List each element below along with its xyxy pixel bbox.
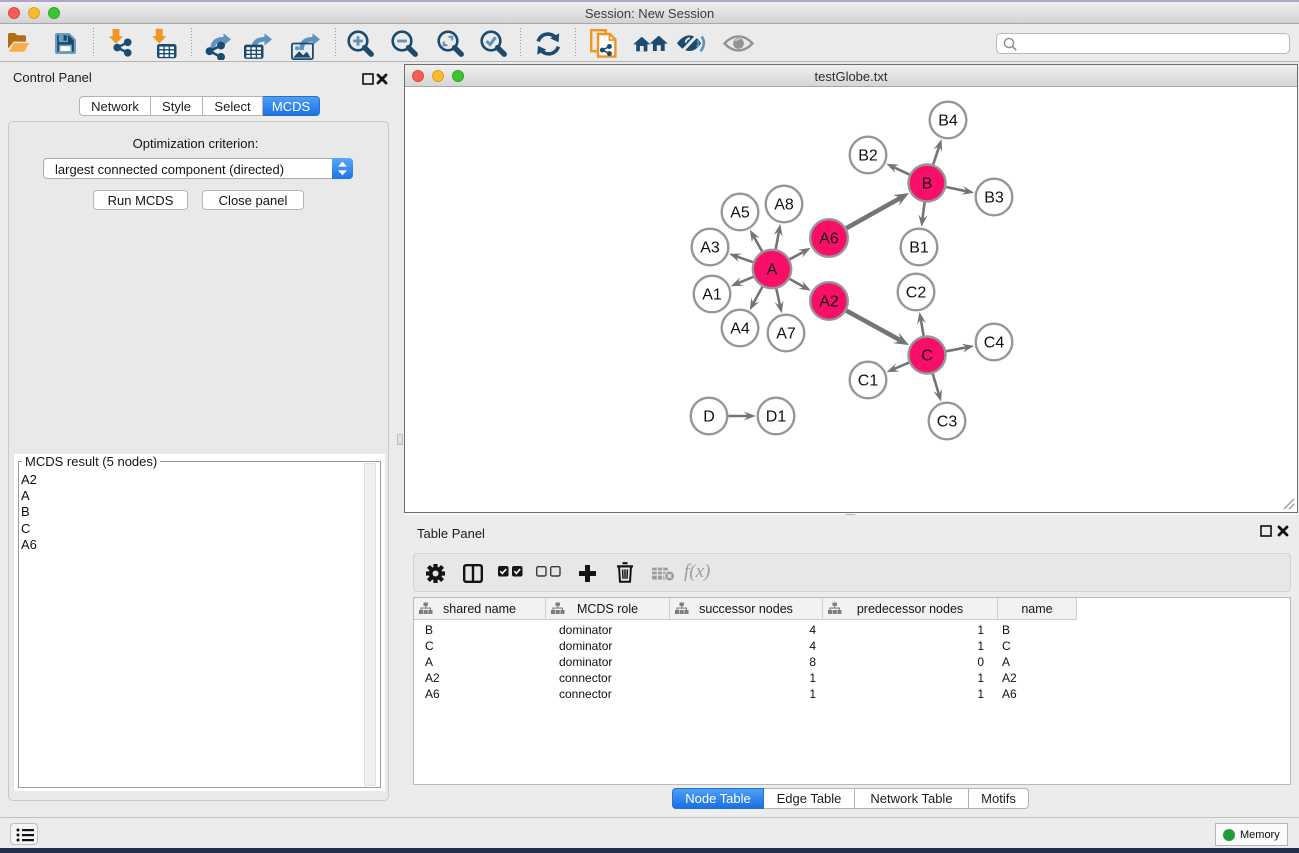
svg-text:D1: D1 bbox=[766, 409, 787, 426]
svg-text:B3: B3 bbox=[984, 190, 1004, 207]
svg-text:A: A bbox=[767, 262, 778, 279]
svg-text:A8: A8 bbox=[774, 197, 794, 214]
svg-text:A5: A5 bbox=[730, 205, 750, 222]
svg-text:A6: A6 bbox=[819, 231, 839, 248]
svg-text:D: D bbox=[703, 409, 715, 426]
svg-text:B1: B1 bbox=[909, 240, 929, 257]
svg-text:A2: A2 bbox=[819, 294, 839, 311]
svg-text:C: C bbox=[921, 348, 933, 365]
svg-text:C1: C1 bbox=[858, 373, 879, 390]
svg-text:B4: B4 bbox=[938, 113, 958, 130]
svg-text:C4: C4 bbox=[984, 335, 1005, 352]
svg-text:A4: A4 bbox=[730, 321, 750, 338]
svg-text:B2: B2 bbox=[858, 148, 878, 165]
svg-text:A7: A7 bbox=[776, 326, 796, 343]
svg-text:A1: A1 bbox=[702, 287, 722, 304]
svg-text:B: B bbox=[922, 176, 933, 193]
svg-text:C2: C2 bbox=[906, 285, 927, 302]
svg-text:C3: C3 bbox=[937, 414, 958, 431]
svg-text:A3: A3 bbox=[700, 240, 720, 257]
